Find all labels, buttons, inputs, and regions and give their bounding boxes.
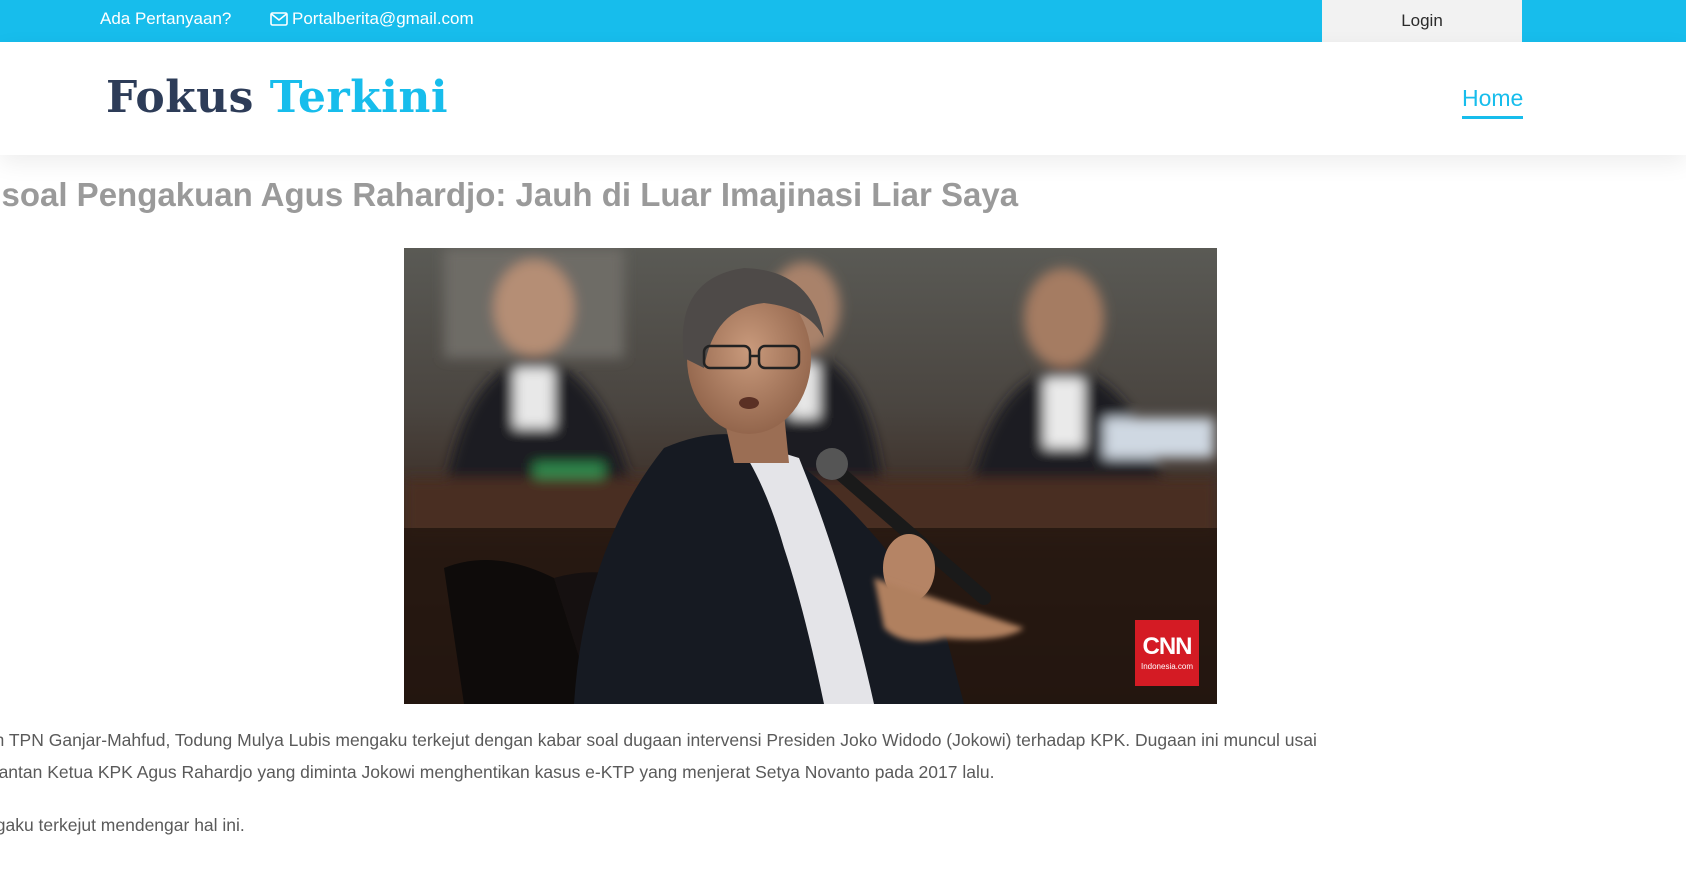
site-logo[interactable]: Fokus Terkini — [106, 72, 448, 123]
logo-text-part2: Terkini — [269, 72, 449, 123]
article-paragraph-1-line-1: um TPN Ganjar-Mahfud, Todung Mulya Lubis… — [0, 730, 1317, 750]
logo-text-part1: Fokus — [106, 72, 254, 123]
article-paragraph-1-line-2: mantan Ketua KPK Agus Rahardjo yang dimi… — [0, 762, 995, 782]
contact-question: Ada Pertanyaan? — [100, 9, 232, 28]
contact-email-link[interactable]: Portalberita@gmail.com — [270, 9, 474, 29]
article-headline: ng soal Pengakuan Agus Rahardjo: Jauh di… — [0, 176, 1019, 213]
cnn-watermark-brand: CNN — [1142, 633, 1193, 660]
cnn-watermark-sub: Indonesia.com — [1140, 662, 1194, 671]
article-paragraph-2: ngaku terkejut mendengar hal ini. — [0, 815, 245, 835]
contact-email-text: Portalberita@gmail.com — [292, 9, 474, 28]
main-navbar: Fokus Terkini Home — [0, 42, 1686, 155]
login-button[interactable]: Login — [1322, 0, 1522, 42]
envelope-icon — [270, 12, 288, 26]
top-bar: Ada Pertanyaan? Portalberita@gmail.com L… — [0, 0, 1686, 42]
nav-home-link[interactable]: Home — [1462, 85, 1524, 119]
cnn-watermark: CNN Indonesia.com — [1135, 620, 1199, 686]
article-photo: CNN Indonesia.com — [404, 248, 1217, 704]
photo-illustration — [404, 248, 1217, 704]
